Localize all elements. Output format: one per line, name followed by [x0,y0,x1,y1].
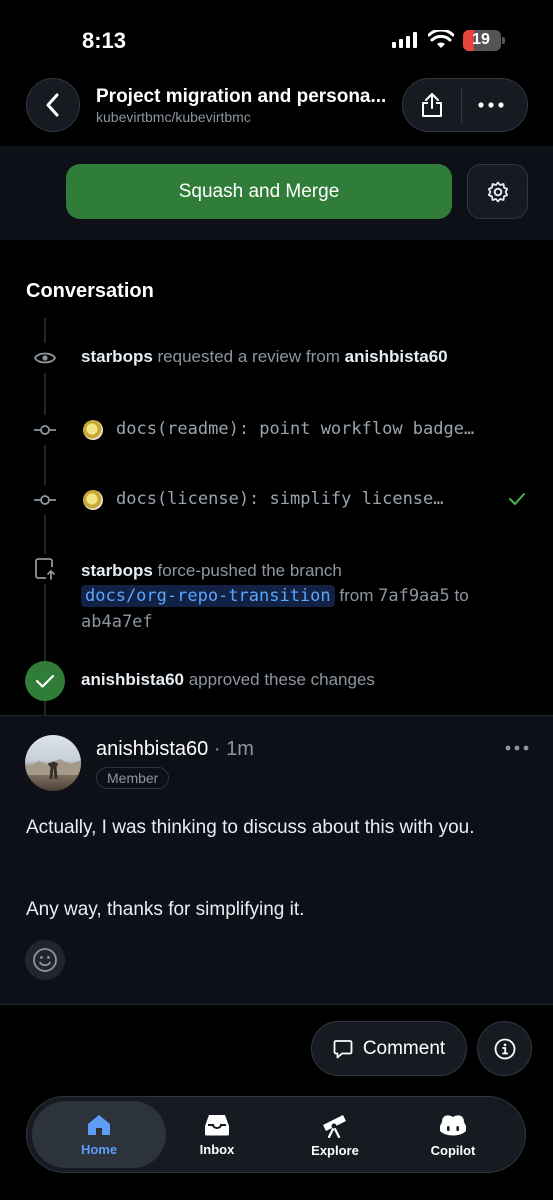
comment-time: · 1m [208,738,254,760]
avatar[interactable] [25,735,81,791]
repository-name: kubevirtbmc/kubevirtbmc [96,109,251,125]
squash-and-merge-button[interactable]: Squash and Merge [66,164,452,219]
comment-button[interactable]: Comment [311,1021,467,1076]
eye-icon [30,343,60,373]
commit-message-link[interactable]: docs(license): simplify license… [116,489,494,509]
commit-sha-link[interactable]: ab4a7ef [81,612,153,632]
telescope-icon [323,1114,346,1138]
copilot-icon [440,1114,466,1135]
commit-author-avatar [83,490,103,510]
tab-home[interactable]: Home [32,1101,166,1168]
comment-icon [333,1039,353,1058]
tab-label: Home [80,1141,118,1157]
comment-card [0,715,553,1005]
actor-link[interactable]: anishbista60 [81,670,184,689]
comment-more-icon[interactable] [505,745,529,751]
commit-icon [30,415,60,445]
smiley-icon [33,948,57,972]
wifi-icon [428,30,454,48]
share-button[interactable] [403,79,461,131]
tab-label: Explore [311,1142,359,1158]
author-link[interactable]: anishbista60 [96,738,208,760]
gear-icon [487,181,508,202]
branch-name[interactable]: docs/org-repo-transition [81,585,335,607]
actor-link[interactable]: starbops [81,561,153,580]
member-badge: Member [96,767,170,789]
comment-paragraph: Actually, I was thinking to discuss abou… [26,817,475,838]
back-button[interactable] [26,78,80,132]
header-actions [402,78,528,132]
status-time: 8:13 [82,28,127,53]
share-icon [422,93,442,117]
commit-message-link[interactable]: docs(readme): point workflow badge… [116,419,526,439]
force-push-event: starbops force-pushed the branch docs/or… [81,561,469,632]
tab-label: Copilot [430,1142,476,1158]
cellular-signal-icon [392,32,417,48]
tab-inbox[interactable]: Inbox [150,1101,284,1168]
battery-indicator: 19 [463,30,501,51]
add-reaction-button[interactable] [25,940,65,980]
page-title: Project migration and persona... [96,86,387,107]
commit-icon [30,485,60,515]
tab-copilot[interactable]: Copilot [386,1101,520,1168]
comment-author: anishbista60 · 1m [96,738,254,761]
approved-check-icon [25,661,65,701]
battery-tip [502,37,505,44]
ellipsis-icon [478,102,504,108]
commit-sha-link[interactable]: 7af9aa5 [378,586,450,606]
battery-level: 19 [472,31,490,48]
home-icon [88,1114,110,1135]
review-request-event: starbops requested a review from anishbi… [81,347,448,366]
info-icon [494,1038,515,1059]
conversation-heading: Conversation [26,280,154,302]
commit-author-avatar [83,420,103,440]
force-push-icon [30,554,60,584]
merge-settings-button[interactable] [467,164,528,219]
info-button[interactable] [477,1021,532,1076]
more-options-button[interactable] [462,79,520,131]
actor-link[interactable]: starbops [81,347,153,366]
comment-paragraph: Any way, thanks for simplifying it. [26,899,305,920]
timeline-line [44,318,46,718]
tab-label: Inbox [199,1141,235,1157]
chevron-left-icon [46,93,59,117]
check-icon [509,493,525,505]
comment-button-label: Comment [362,1037,446,1059]
inbox-icon [205,1114,229,1135]
tab-explore[interactable]: Explore [268,1101,402,1168]
approval-event: anishbista60 approved these changes [81,670,375,689]
reviewer-link[interactable]: anishbista60 [345,347,448,366]
